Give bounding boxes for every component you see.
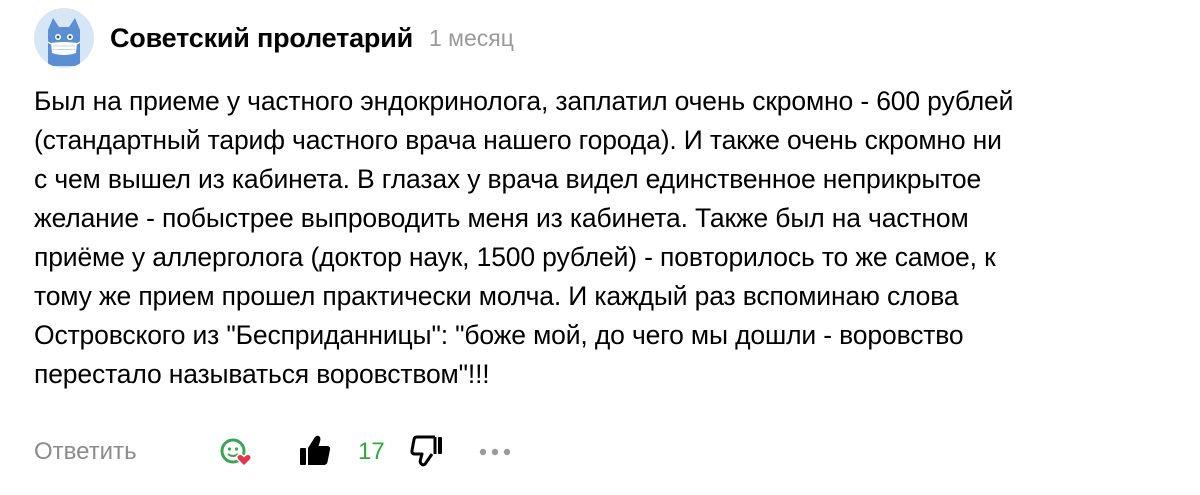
comment-text-line: с чем вышел из кабинета. В глазах у врач… — [34, 164, 982, 194]
more-dots-icon — [479, 448, 511, 456]
comment-actions: Ответить 17 — [34, 430, 1134, 474]
author-name[interactable]: Советский пролетарий — [110, 23, 413, 54]
comment-text-line: Был на приеме у частного эндокринолога, … — [34, 86, 1014, 116]
avatar[interactable] — [34, 8, 94, 68]
comment-time: 1 месяц — [429, 24, 514, 51]
like-count: 17 — [358, 438, 385, 465]
cat-mask-avatar-icon — [47, 18, 81, 66]
comment-text: Был на приеме у частного эндокринолога, … — [34, 82, 1174, 394]
comment-text-line: (стандартный тариф частного врача нашего… — [34, 125, 1002, 155]
reaction-heart-icon — [220, 438, 252, 467]
comment-header: Советский пролетарий 1 месяц — [34, 8, 514, 68]
more-button[interactable] — [478, 442, 512, 462]
comment: Советский пролетарий 1 месяц Был на прие… — [0, 0, 1200, 495]
comment-text-line: Островского из "Бесприданницы": "боже мо… — [34, 320, 964, 350]
comment-text-line: приёме у аллерголога (доктор наук, 1500 … — [34, 242, 996, 272]
comment-text-line: желание - побыстрее выпроводить меня из … — [34, 203, 969, 233]
reaction-button[interactable] — [218, 434, 254, 470]
comment-text-line: перестало называться воровством"!!! — [34, 359, 490, 389]
thumbs-up-icon — [300, 435, 331, 465]
like-button[interactable] — [296, 432, 334, 470]
dislike-button[interactable] — [408, 432, 446, 470]
comment-text-line: тому же прием прошел практически молча. … — [34, 281, 959, 311]
reply-button[interactable]: Ответить — [34, 438, 137, 466]
thumbs-down-icon — [410, 435, 442, 467]
